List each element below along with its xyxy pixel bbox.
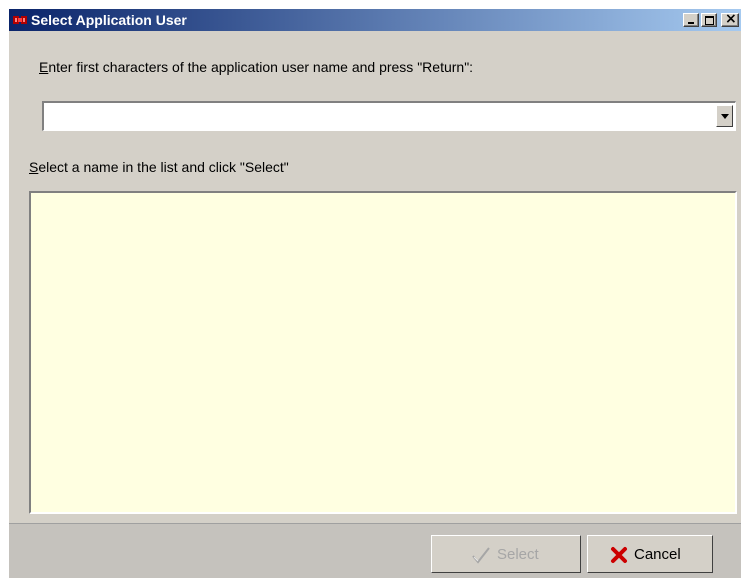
maximize-button[interactable]: [701, 13, 717, 27]
chevron-down-icon: [721, 114, 729, 119]
minimize-icon: [688, 22, 694, 24]
search-label-accelerator: E: [39, 59, 49, 75]
user-list[interactable]: [29, 191, 737, 514]
maximize-icon: [705, 16, 714, 25]
select-application-user-dialog: Select Application User × Enter first ch…: [8, 8, 741, 578]
close-icon: ×: [725, 11, 737, 27]
list-label-accelerator: S: [29, 159, 39, 175]
cancel-button[interactable]: Cancel: [587, 535, 713, 573]
list-label-text: elect a name in the list and click "Sele…: [38, 159, 289, 175]
search-label-text: nter first characters of the application…: [48, 59, 474, 75]
select-button[interactable]: Select: [431, 535, 581, 573]
combobox-dropdown-button[interactable]: [716, 105, 733, 127]
user-name-combobox[interactable]: [42, 101, 736, 131]
red-x-icon: [611, 547, 627, 563]
minimize-button[interactable]: [683, 13, 699, 27]
close-button[interactable]: ×: [721, 11, 739, 27]
checkmark-icon: [472, 547, 490, 564]
search-label: Enter first characters of the applicatio…: [39, 59, 473, 75]
title-bar[interactable]: Select Application User ×: [9, 9, 741, 31]
select-button-label: Select: [497, 546, 539, 563]
window-title: Select Application User: [31, 12, 187, 28]
app-logo-icon: [13, 16, 27, 24]
list-label: Select a name in the list and click "Sel…: [29, 159, 289, 175]
cancel-button-label: Cancel: [634, 546, 681, 563]
